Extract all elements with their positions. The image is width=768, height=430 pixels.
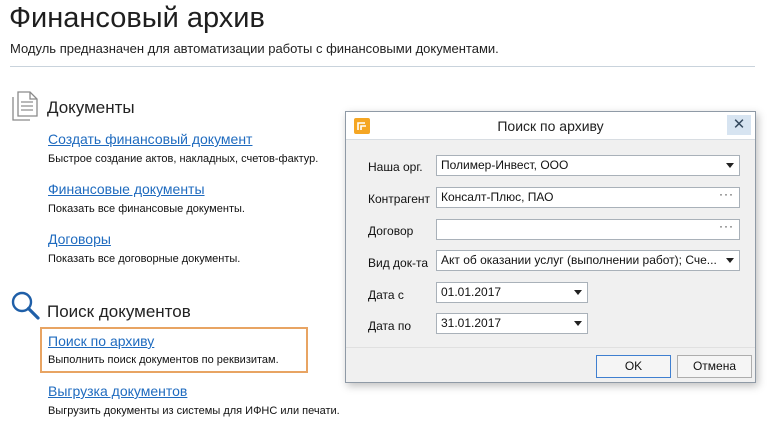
- our-org-value: Полимер-Инвест, ООО: [441, 158, 569, 172]
- contracts-desc: Показать все договорные документы.: [48, 253, 241, 265]
- contract-field[interactable]: ···: [436, 219, 740, 240]
- date-to-label: Дата по: [368, 319, 412, 333]
- page-subtitle: Модуль предназначен для автоматизации ра…: [10, 41, 499, 56]
- date-from-picker[interactable]: 01.01.2017: [436, 282, 588, 303]
- section-title-documents: Документы: [47, 98, 135, 117]
- our-org-label: Наша орг.: [368, 160, 423, 174]
- contracts-link[interactable]: Договоры: [48, 231, 111, 247]
- chevron-down-icon: [574, 290, 582, 295]
- date-to-picker[interactable]: 31.01.2017: [436, 313, 588, 334]
- dialog-footer-divider: [346, 347, 755, 348]
- ok-button[interactable]: OK: [596, 355, 671, 378]
- date-from-value: 01.01.2017: [441, 285, 502, 299]
- archive-search-link[interactable]: Поиск по архиву: [48, 333, 154, 349]
- header-divider: [10, 66, 755, 67]
- doc-type-label: Вид док-та: [368, 256, 428, 270]
- doc-type-dropdown[interactable]: Акт об оказании услуг (выполнении работ)…: [436, 250, 740, 271]
- cancel-button[interactable]: Отмена: [677, 355, 752, 378]
- counterparty-label: Контрагент: [368, 192, 431, 206]
- dialog-title: Поиск по архиву: [497, 118, 604, 134]
- financial-documents-desc: Показать все финансовые документы.: [48, 203, 245, 215]
- export-documents-desc: Выгрузить документы из системы для ИФНС …: [48, 405, 340, 417]
- chevron-down-icon: [726, 163, 734, 168]
- financial-documents-link[interactable]: Финансовые документы: [48, 181, 205, 197]
- date-to-value: 31.01.2017: [441, 316, 502, 330]
- document-icon: [10, 90, 40, 122]
- chevron-down-icon: [574, 321, 582, 326]
- contract-label: Договор: [368, 224, 414, 238]
- create-document-link[interactable]: Создать финансовый документ: [48, 131, 252, 147]
- lookup-dots-icon[interactable]: ···: [719, 220, 734, 236]
- export-documents-link[interactable]: Выгрузка документов: [48, 383, 187, 399]
- chevron-down-icon: [726, 258, 734, 263]
- create-document-desc: Быстрое создание актов, накладных, счето…: [48, 153, 319, 165]
- search-icon: [10, 290, 42, 322]
- lookup-dots-icon[interactable]: ···: [719, 188, 734, 204]
- date-from-label: Дата с: [368, 288, 404, 302]
- counterparty-field[interactable]: Консалт-Плюс, ПАО ···: [436, 187, 740, 208]
- counterparty-value: Консалт-Плюс, ПАО: [441, 190, 554, 204]
- our-org-dropdown[interactable]: Полимер-Инвест, ООО: [436, 155, 740, 176]
- close-icon[interactable]: ✕: [727, 115, 751, 135]
- section-title-search: Поиск документов: [47, 302, 191, 321]
- dialog-titlebar[interactable]: Поиск по архиву ✕: [346, 112, 755, 140]
- page-title: Финансовый архив: [9, 2, 265, 34]
- archive-search-desc: Выполнить поиск документов по реквизитам…: [48, 354, 279, 366]
- doc-type-value: Акт об оказании услуг (выполнении работ)…: [441, 253, 717, 267]
- archive-search-dialog: Поиск по архиву ✕ Наша орг. Полимер-Инве…: [345, 111, 756, 383]
